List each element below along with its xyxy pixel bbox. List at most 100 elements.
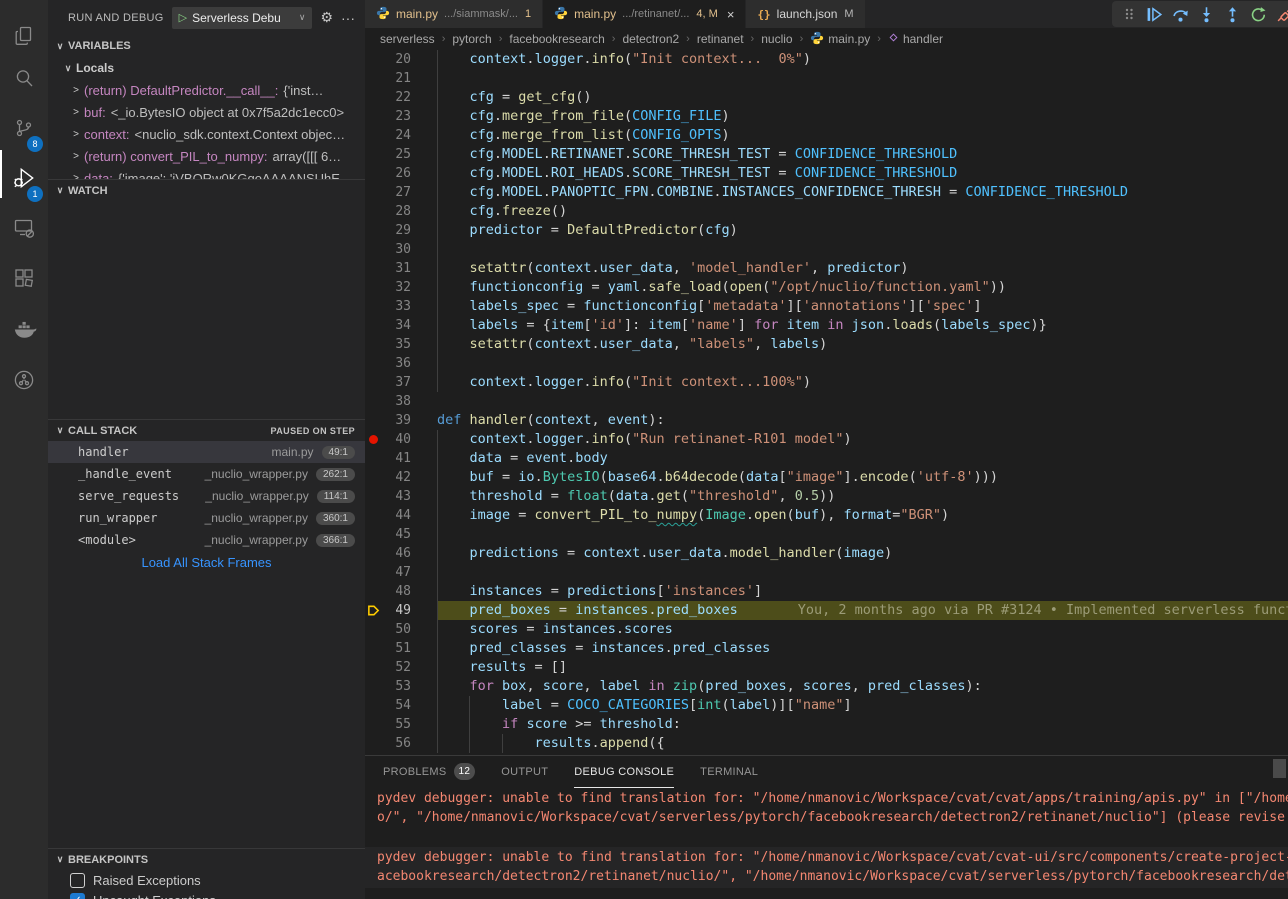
breadcrumb-item[interactable]: detectron2 [622,32,679,46]
gutter[interactable] [365,126,381,145]
gutter[interactable] [365,677,381,696]
checkbox-unchecked[interactable] [70,873,85,888]
code-line-21[interactable]: 21 [365,69,1288,88]
breadcrumb-item[interactable]: facebookresearch [509,32,604,46]
gutter[interactable] [365,297,381,316]
code-line-44[interactable]: 44 image = convert_PIL_to_numpy(Image.op… [365,506,1288,525]
activity-docker-button[interactable] [0,308,48,352]
call-stack-header[interactable]: ∨ CALL STACK PAUSED ON STEP [48,419,365,441]
code-line-31[interactable]: 31 setattr(context.user_data, 'model_han… [365,259,1288,278]
launch-config-select[interactable]: ▷ Serverless Debu ∨ [172,7,313,29]
stack-frame[interactable]: <module>_nuclio_wrapper.py366:1 [48,529,365,551]
panel-tab-problems[interactable]: PROBLEMS12 [383,756,475,788]
variables-header[interactable]: ∨ VARIABLES [48,35,365,57]
code-line-42[interactable]: 42 buf = io.BytesIO(base64.b64decode(dat… [365,468,1288,487]
gutter[interactable] [365,392,381,411]
gutter[interactable] [365,544,381,563]
gutter[interactable] [365,449,381,468]
start-debug-icon[interactable]: ▷ [179,11,187,24]
activity-remote-explorer-button[interactable] [0,208,48,252]
gutter[interactable] [365,335,381,354]
breakpoint-row[interactable]: Raised Exceptions [48,870,365,890]
gutter[interactable] [365,373,381,392]
breakpoints-header[interactable]: ∨ BREAKPOINTS [48,848,365,870]
gutter[interactable] [365,582,381,601]
gutter[interactable] [365,107,381,126]
gutter[interactable] [365,69,381,88]
breadcrumb-item[interactable]: nuclio [761,32,792,46]
code-line-32[interactable]: 32 functionconfig = yaml.safe_load(open(… [365,278,1288,297]
code-line-43[interactable]: 43 threshold = float(data.get("threshold… [365,487,1288,506]
step-over-icon[interactable] [1169,3,1192,25]
code-line-35[interactable]: 35 setattr(context.user_data, "labels", … [365,335,1288,354]
drag-handle-icon[interactable] [1117,3,1140,25]
code-line-23[interactable]: 23 cfg.merge_from_file(CONFIG_FILE) [365,107,1288,126]
gutter[interactable] [365,183,381,202]
gutter[interactable] [365,620,381,639]
activity-graph-button[interactable] [0,360,48,404]
code-line-39[interactable]: 39def handler(context, event): [365,411,1288,430]
code-line-37[interactable]: 37 context.logger.info("Init context...1… [365,373,1288,392]
gutter[interactable] [365,202,381,221]
gutter[interactable] [365,221,381,240]
gutter[interactable] [365,506,381,525]
code-line-34[interactable]: 34 labels = {item['id']: item['name'] fo… [365,316,1288,335]
gutter[interactable] [365,658,381,677]
gutter[interactable] [365,487,381,506]
activity-source-control-button[interactable]: 8 [0,108,48,152]
gutter[interactable] [365,468,381,487]
step-into-icon[interactable] [1195,3,1218,25]
scope-locals[interactable]: ∨ Locals [48,57,365,79]
code-line-47[interactable]: 47 [365,563,1288,582]
gutter[interactable] [365,240,381,259]
code-line-33[interactable]: 33 labels_spec = functionconfig['metadat… [365,297,1288,316]
code-line-55[interactable]: 55 if score >= threshold: [365,715,1288,734]
stack-frame[interactable]: run_wrapper_nuclio_wrapper.py360:1 [48,507,365,529]
stack-frame[interactable]: _handle_event_nuclio_wrapper.py262:1 [48,463,365,485]
gutter[interactable] [365,354,381,373]
variable-row[interactable]: >context:<nuclio_sdk.context.Context obj… [48,123,365,145]
code-line-56[interactable]: 56 results.append({ [365,734,1288,753]
gutter[interactable] [365,259,381,278]
code-line-38[interactable]: 38 [365,392,1288,411]
gutter[interactable] [365,278,381,297]
panel-tab-output[interactable]: OUTPUT [501,756,548,788]
stack-frame[interactable]: handlermain.py49:1 [48,441,365,463]
more-actions-icon[interactable]: ··· [341,10,355,26]
gutter[interactable] [365,639,381,658]
code-line-54[interactable]: 54 label = COCO_CATEGORIES[int(label)]["… [365,696,1288,715]
gutter[interactable] [365,164,381,183]
code-line-40[interactable]: 40 context.logger.info("Run retinanet-R1… [365,430,1288,449]
panel-scrollbar[interactable] [1273,759,1286,778]
code-line-49[interactable]: 49 pred_boxes = instances.pred_boxesYou,… [365,601,1288,620]
gutter[interactable] [365,411,381,430]
close-icon[interactable]: × [727,7,735,22]
gutter[interactable] [365,696,381,715]
code-line-26[interactable]: 26 cfg.MODEL.ROI_HEADS.SCORE_THRESH_TEST… [365,164,1288,183]
breadcrumb-item[interactable]: retinanet [697,32,744,46]
code-line-24[interactable]: 24 cfg.merge_from_list(CONFIG_OPTS) [365,126,1288,145]
code-line-45[interactable]: 45 [365,525,1288,544]
variable-row[interactable]: >buf:<_io.BytesIO object at 0x7f5a2dc1ec… [48,101,365,123]
code-line-29[interactable]: 29 predictor = DefaultPredictor(cfg) [365,221,1288,240]
variable-row[interactable]: >(return) DefaultPredictor.__call__:{'in… [48,79,365,101]
gutter[interactable] [365,525,381,544]
code-line-52[interactable]: 52 results = [] [365,658,1288,677]
load-all-stack-frames-link[interactable]: Load All Stack Frames [48,555,365,570]
gutter[interactable] [365,145,381,164]
activity-run-and-debug-button[interactable]: 1 [0,158,48,202]
gutter[interactable] [365,50,381,69]
gear-icon[interactable]: ⚙ [320,9,333,26]
variable-row[interactable]: >data:{'image': 'iVBORw0KGgoAAAANSUhE… [48,167,365,179]
activity-extensions-button[interactable] [0,258,48,302]
code-line-28[interactable]: 28 cfg.freeze() [365,202,1288,221]
code-line-30[interactable]: 30 [365,240,1288,259]
checkbox-checked[interactable]: ✓ [70,893,85,899]
restart-icon[interactable] [1247,3,1270,25]
breadcrumb-item[interactable]: serverless [380,32,435,46]
code-line-51[interactable]: 51 pred_classes = instances.pred_classes [365,639,1288,658]
code-line-46[interactable]: 46 predictions = context.user_data.model… [365,544,1288,563]
breakpoint-icon[interactable] [365,430,381,449]
gutter[interactable] [365,563,381,582]
panel-tab-debug-console[interactable]: DEBUG CONSOLE [574,756,674,788]
